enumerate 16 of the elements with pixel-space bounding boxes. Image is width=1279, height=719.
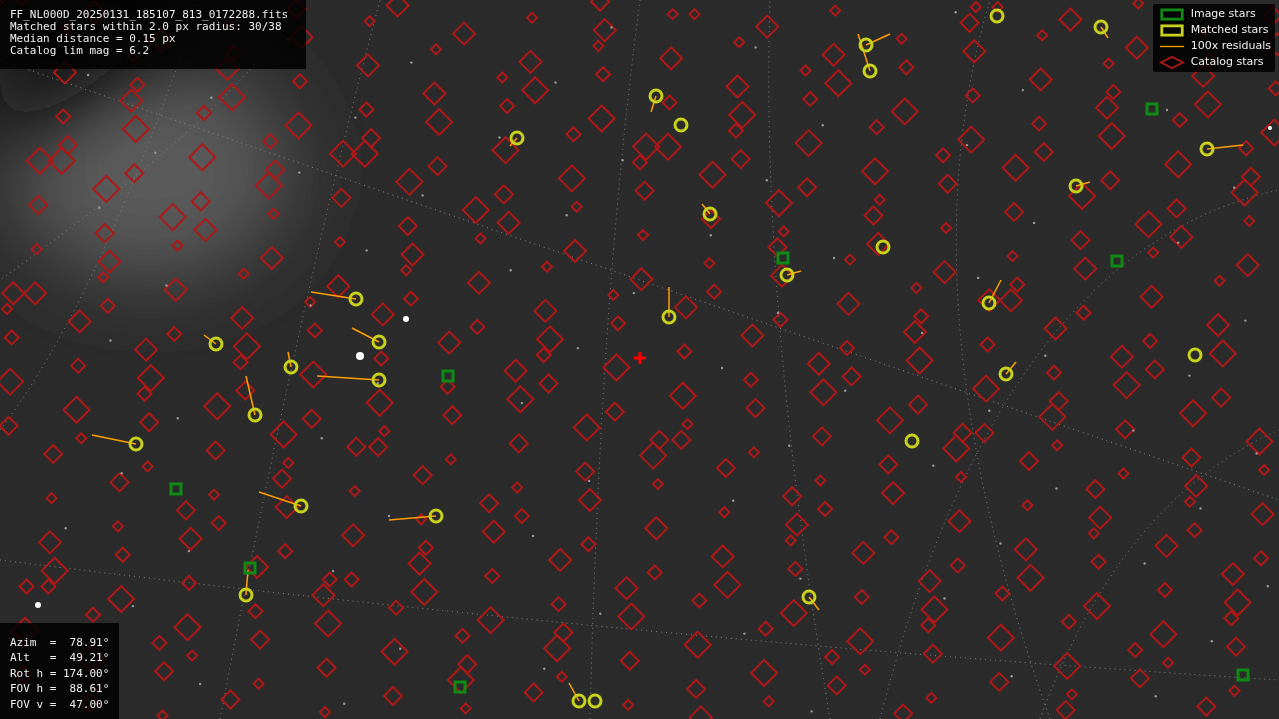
square-icon: [1158, 7, 1185, 21]
pointing-text: Rot h = 174.00°: [10, 665, 110, 681]
info-text: Catalog lim mag = 6.2: [10, 45, 151, 57]
info-text: Matched stars within 2.0 px radius: 30/38: [10, 21, 282, 33]
diamond-icon: [1158, 55, 1185, 69]
legend-label: Matched stars: [1190, 23, 1269, 37]
legend-label: Image stars: [1190, 7, 1256, 21]
info-text: Median distance = 0.15 px: [10, 33, 177, 45]
pointing-text: FOV h = 88.61°: [10, 681, 110, 697]
pointing-text: Alt = 49.21°: [10, 650, 110, 666]
pointing-text: FOV v = 47.00°: [10, 696, 110, 712]
info-text: FF_NL000D_20250131_185107_813_0172288.fits: [10, 9, 290, 21]
outline-square-icon: [1158, 23, 1185, 37]
legend-label: 100x residuals: [1190, 39, 1271, 53]
pointing-text: Azim = 78.91°: [10, 634, 110, 650]
legend-label: Catalog stars: [1190, 55, 1264, 69]
